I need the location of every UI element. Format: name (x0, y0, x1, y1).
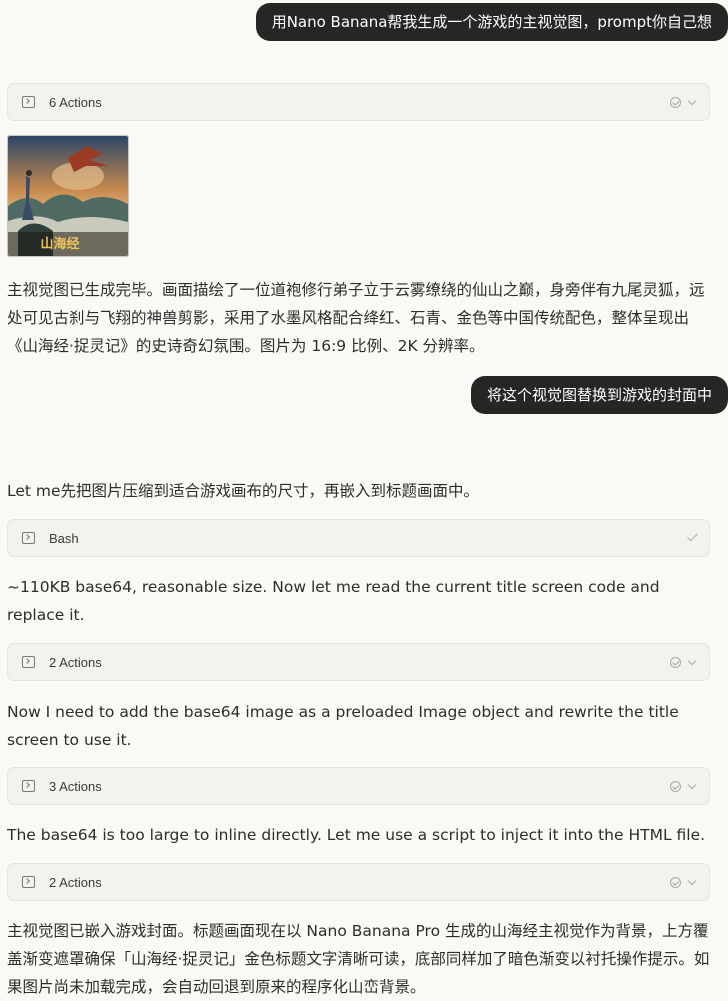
assistant-text: ~110KB base64, reasonable size. Now let … (7, 578, 660, 624)
chevron-down-icon[interactable] (687, 656, 697, 665)
thumbnail-logo-text: 山海经 (40, 236, 79, 252)
card-label: Bash (49, 530, 79, 546)
tool-bash-card[interactable]: Bash (7, 519, 710, 557)
chevron-down-icon[interactable] (687, 780, 697, 789)
circle-check-icon (670, 780, 681, 792)
assistant-text: 主视觉图已生成完毕。画面描绘了一位道袍修行弟子立于云雾缭绕的仙山之巅，身旁伴有九… (7, 281, 705, 355)
card-label: 6 Actions (49, 94, 102, 110)
tool-actions-card[interactable]: 2 Actions (7, 863, 710, 901)
assistant-text: Let me先把图片压缩到适合游戏画布的尺寸，再嵌入到标题画面中。 (7, 482, 480, 500)
circle-check-icon (670, 96, 681, 108)
card-label: 3 Actions (49, 778, 102, 794)
tool-actions-card[interactable]: 6 Actions (7, 83, 710, 121)
user-message: 用Nano Banana帮我生成一个游戏的主视觉图，prompt你自己想 (255, 3, 728, 41)
terminal-icon (22, 96, 35, 108)
terminal-icon (22, 532, 35, 544)
assistant-text: The base64 is too large to inline direct… (7, 826, 706, 844)
terminal-icon (22, 780, 35, 792)
tool-actions-card[interactable]: 3 Actions (7, 767, 710, 805)
tool-actions-card[interactable]: 2 Actions (7, 643, 710, 681)
chevron-down-icon[interactable] (687, 96, 697, 105)
terminal-icon (22, 876, 35, 888)
card-label: 2 Actions (49, 874, 102, 890)
circle-check-icon (670, 876, 681, 888)
assistant-text: 主视觉图已嵌入游戏封面。标题画面现在以 Nano Banana Pro 生成的山… (7, 922, 710, 996)
terminal-icon (22, 656, 35, 668)
assistant-text: Now I need to add the base64 image as a … (7, 703, 679, 749)
user-message: 将这个视觉图替换到游戏的封面中 (470, 376, 728, 414)
check-icon (687, 530, 698, 542)
generated-image-thumbnail[interactable]: 山海经 (7, 135, 129, 257)
circle-check-icon (670, 656, 681, 668)
chevron-down-icon[interactable] (687, 876, 697, 885)
card-label: 2 Actions (49, 654, 102, 670)
